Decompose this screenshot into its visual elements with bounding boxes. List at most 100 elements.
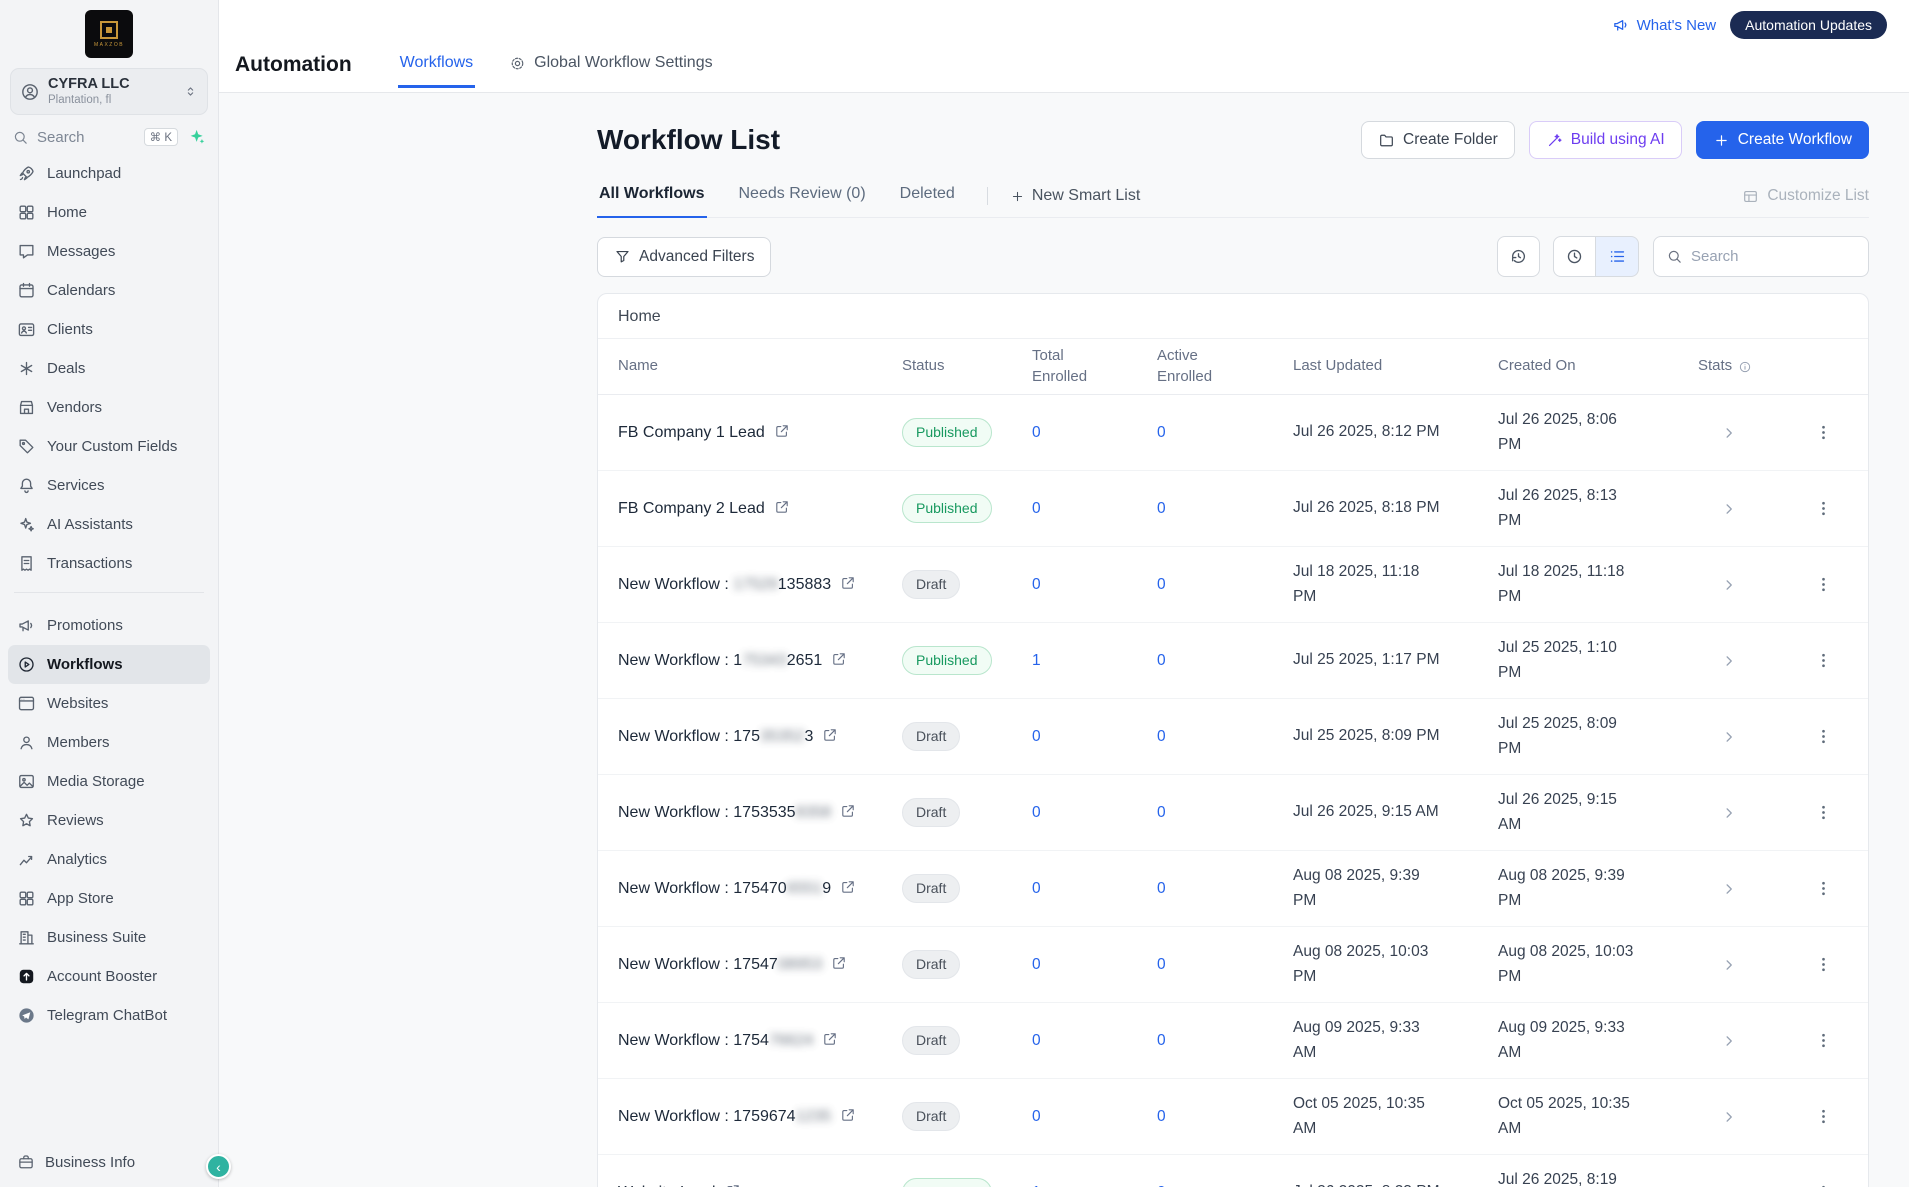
external-link-icon[interactable] bbox=[822, 727, 838, 743]
external-link-icon[interactable] bbox=[725, 1183, 741, 1187]
total-enrolled-link[interactable]: 0 bbox=[1032, 880, 1041, 898]
sidebar-item-media-storage[interactable]: Media Storage bbox=[8, 762, 210, 801]
workflow-name[interactable]: FB Company 2 Lead bbox=[618, 497, 790, 521]
sidebar-item-clients[interactable]: Clients bbox=[8, 310, 210, 349]
workflow-search[interactable] bbox=[1653, 236, 1869, 277]
list-view-button[interactable] bbox=[1596, 236, 1639, 277]
stats-expand-icon[interactable] bbox=[1720, 1032, 1738, 1050]
table-row[interactable]: FB Company 2 Lead Published 0 0 Jul 26 2… bbox=[598, 471, 1868, 547]
active-enrolled-link[interactable]: 0 bbox=[1157, 880, 1166, 898]
sidebar-item-calendars[interactable]: Calendars bbox=[8, 271, 210, 310]
sidebar-item-telegram-chatbot[interactable]: Telegram ChatBot bbox=[8, 996, 210, 1035]
external-link-icon[interactable] bbox=[822, 1031, 838, 1047]
row-menu-button[interactable] bbox=[1808, 798, 1838, 828]
sidebar-item-app-store[interactable]: App Store bbox=[8, 879, 210, 918]
stats-expand-icon[interactable] bbox=[1720, 424, 1738, 442]
total-enrolled-link[interactable]: 0 bbox=[1032, 1108, 1041, 1126]
location-switcher[interactable]: CYFRA LLC Plantation, fl bbox=[10, 68, 208, 116]
workflow-name[interactable]: New Workflow : 17529135883 bbox=[618, 573, 856, 597]
stats-expand-icon[interactable] bbox=[1720, 804, 1738, 822]
recent-activity-button[interactable] bbox=[1553, 236, 1596, 277]
row-menu-button[interactable] bbox=[1808, 1178, 1838, 1187]
row-menu-button[interactable] bbox=[1808, 722, 1838, 752]
workflow-name[interactable]: New Workflow : 17547065519 bbox=[618, 877, 856, 901]
sidebar-item-services[interactable]: Services bbox=[8, 466, 210, 505]
new-smart-list-button[interactable]: New Smart List bbox=[1010, 187, 1140, 217]
table-row[interactable]: New Workflow : 17535358358 Draft 0 0 Jul… bbox=[598, 775, 1868, 851]
sidebar-item-messages[interactable]: Messages bbox=[8, 232, 210, 271]
workflow-name[interactable]: Website Lead bbox=[618, 1181, 741, 1187]
row-menu-button[interactable] bbox=[1808, 646, 1838, 676]
external-link-icon[interactable] bbox=[840, 575, 856, 591]
sidebar-item-transactions[interactable]: Transactions bbox=[8, 544, 210, 583]
row-menu-button[interactable] bbox=[1808, 874, 1838, 904]
active-enrolled-link[interactable]: 0 bbox=[1157, 956, 1166, 974]
advanced-filters-button[interactable]: Advanced Filters bbox=[597, 236, 772, 277]
total-enrolled-link[interactable]: 0 bbox=[1032, 728, 1041, 746]
stats-expand-icon[interactable] bbox=[1720, 576, 1738, 594]
sidebar-item-business-info[interactable]: Business Info bbox=[0, 1153, 218, 1187]
active-enrolled-link[interactable]: 0 bbox=[1157, 500, 1166, 518]
sidebar-item-your-custom-fields[interactable]: Your Custom Fields bbox=[8, 427, 210, 466]
create-workflow-button[interactable]: Create Workflow bbox=[1695, 121, 1869, 159]
table-row[interactable]: New Workflow : 17547065519 Draft 0 0 Aug… bbox=[598, 851, 1868, 927]
active-enrolled-link[interactable]: 0 bbox=[1157, 576, 1166, 594]
table-row[interactable]: New Workflow : 1753432651 Published 1 0 … bbox=[598, 623, 1868, 699]
workflow-name[interactable]: New Workflow : 1753432651 bbox=[618, 649, 847, 673]
external-link-icon[interactable] bbox=[774, 423, 790, 439]
external-link-icon[interactable] bbox=[840, 1107, 856, 1123]
workflow-name[interactable]: New Workflow : 175353523 bbox=[618, 725, 838, 749]
active-enrolled-link[interactable]: 0 bbox=[1157, 1032, 1166, 1050]
sidebar-item-launchpad[interactable]: Launchpad bbox=[8, 154, 210, 193]
total-enrolled-link[interactable]: 0 bbox=[1032, 424, 1041, 442]
row-menu-button[interactable] bbox=[1808, 418, 1838, 448]
stats-expand-icon[interactable] bbox=[1720, 500, 1738, 518]
total-enrolled-link[interactable]: 0 bbox=[1032, 500, 1041, 518]
tab-needs-review-0[interactable]: Needs Review (0) bbox=[737, 175, 868, 218]
info-icon[interactable] bbox=[1738, 360, 1752, 374]
sparkle-icon[interactable] bbox=[188, 128, 206, 146]
sidebar-search[interactable]: Search ⌘ K bbox=[12, 128, 206, 147]
stats-expand-icon[interactable] bbox=[1720, 652, 1738, 670]
external-link-icon[interactable] bbox=[831, 955, 847, 971]
external-link-icon[interactable] bbox=[831, 651, 847, 667]
row-menu-button[interactable] bbox=[1808, 950, 1838, 980]
workflow-name[interactable]: New Workflow : 17535358358 bbox=[618, 801, 856, 825]
active-enrolled-link[interactable]: 0 bbox=[1157, 424, 1166, 442]
workflow-name[interactable]: FB Company 1 Lead bbox=[618, 421, 790, 445]
external-link-icon[interactable] bbox=[840, 803, 856, 819]
row-menu-button[interactable] bbox=[1808, 494, 1838, 524]
sidebar-item-promotions[interactable]: Promotions bbox=[8, 606, 210, 645]
automation-updates-badge[interactable]: Automation Updates bbox=[1730, 11, 1887, 39]
customize-list-button[interactable]: Customize List bbox=[1742, 187, 1869, 217]
workspace-logo[interactable]: MAXZOB bbox=[85, 10, 133, 58]
stats-expand-icon[interactable] bbox=[1720, 728, 1738, 746]
active-enrolled-link[interactable]: 0 bbox=[1157, 804, 1166, 822]
table-row[interactable]: New Workflow : 17529135883 Draft 0 0 Jul… bbox=[598, 547, 1868, 623]
workflow-name[interactable]: New Workflow : 17596741235 bbox=[618, 1105, 856, 1129]
sidebar-item-members[interactable]: Members bbox=[8, 723, 210, 762]
sidebar-item-reviews[interactable]: Reviews bbox=[8, 801, 210, 840]
table-row[interactable]: New Workflow : 175353523 Draft 0 0 Jul 2… bbox=[598, 699, 1868, 775]
total-enrolled-link[interactable]: 1 bbox=[1032, 1184, 1041, 1187]
sidebar-item-analytics[interactable]: Analytics bbox=[8, 840, 210, 879]
workflow-search-input[interactable] bbox=[1691, 248, 1856, 265]
total-enrolled-link[interactable]: 1 bbox=[1032, 652, 1041, 670]
total-enrolled-link[interactable]: 0 bbox=[1032, 576, 1041, 594]
header-tab-workflows[interactable]: Workflows bbox=[397, 54, 476, 88]
table-row[interactable]: Website Lead Published 1 0 Jul 26 2025, … bbox=[598, 1155, 1868, 1187]
table-row[interactable]: FB Company 1 Lead Published 0 0 Jul 26 2… bbox=[598, 395, 1868, 471]
table-row[interactable]: New Workflow : 1754708953 Draft 0 0 Aug … bbox=[598, 927, 1868, 1003]
sidebar-item-account-booster[interactable]: Account Booster bbox=[8, 957, 210, 996]
workflow-name[interactable]: New Workflow : 1754708953 bbox=[618, 953, 847, 977]
active-enrolled-link[interactable]: 0 bbox=[1157, 728, 1166, 746]
sidebar-item-home[interactable]: Home bbox=[8, 193, 210, 232]
external-link-icon[interactable] bbox=[774, 499, 790, 515]
sidebar-item-workflows[interactable]: Workflows bbox=[8, 645, 210, 685]
active-enrolled-link[interactable]: 0 bbox=[1157, 652, 1166, 670]
sidebar-item-ai-assistants[interactable]: AI Assistants bbox=[8, 505, 210, 544]
stats-expand-icon[interactable] bbox=[1720, 880, 1738, 898]
stats-expand-icon[interactable] bbox=[1720, 1184, 1738, 1187]
sidebar-collapse-button[interactable]: ‹ bbox=[206, 1154, 231, 1179]
sidebar-item-websites[interactable]: Websites bbox=[8, 684, 210, 723]
